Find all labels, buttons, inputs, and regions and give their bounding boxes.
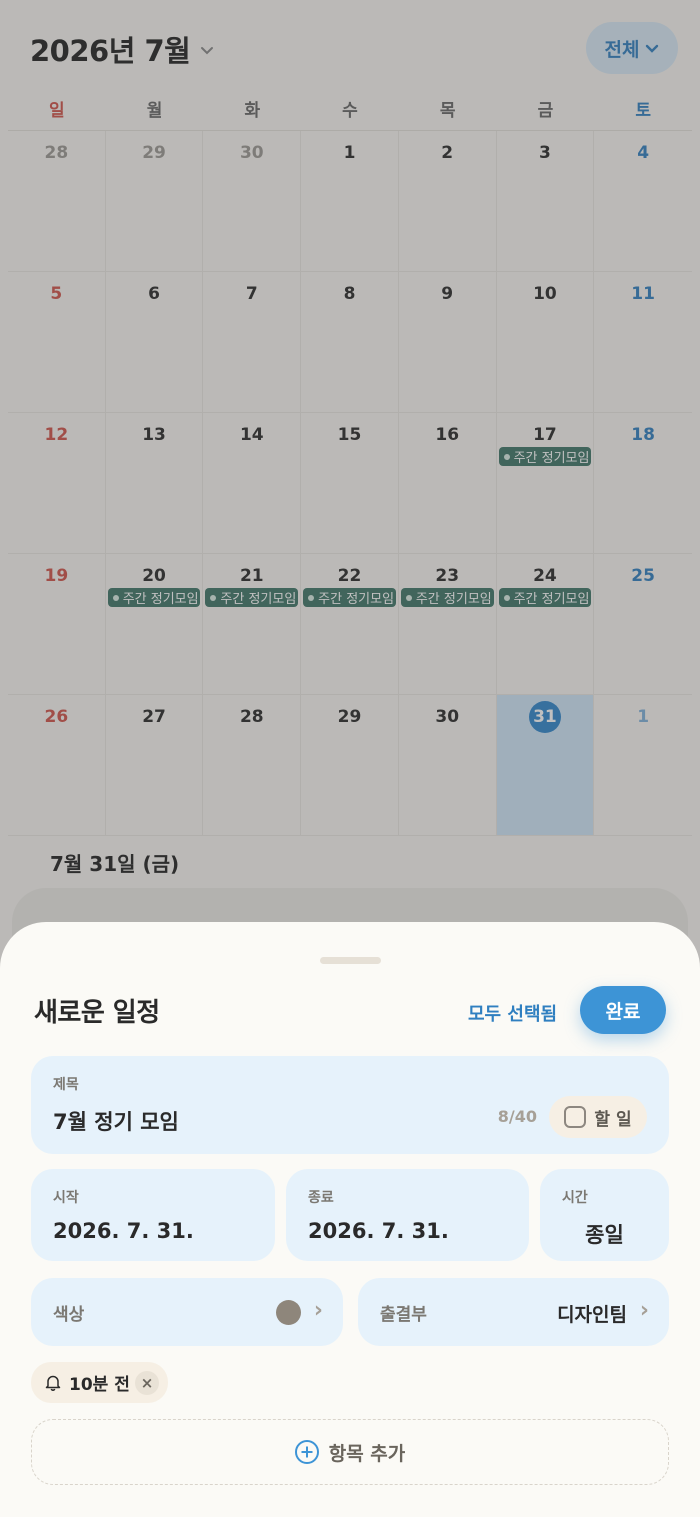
- sheet-drag-handle[interactable]: [320, 957, 381, 964]
- done-button[interactable]: 완료: [580, 986, 666, 1034]
- time-label: 시간: [562, 1190, 588, 1206]
- add-item-button[interactable]: 항목 추가: [31, 1419, 669, 1485]
- calendar-label: 출결부: [380, 1305, 427, 1325]
- remove-alarm-icon[interactable]: ×: [135, 1371, 159, 1395]
- title-field-label: 제목: [53, 1077, 79, 1093]
- calendar-select-field[interactable]: 출결부 디자인팀 ›: [358, 1278, 669, 1346]
- color-swatch[interactable]: [276, 1300, 301, 1325]
- title-input[interactable]: 7월 정기 모임: [53, 1106, 179, 1136]
- add-item-label: 항목 추가: [328, 1442, 406, 1465]
- chevron-right-icon: ›: [313, 1298, 323, 1323]
- bell-icon: [45, 1375, 61, 1391]
- end-label: 종료: [308, 1190, 334, 1206]
- end-date-value[interactable]: 2026. 7. 31.: [308, 1219, 449, 1243]
- char-counter: 8/40: [497, 1107, 537, 1126]
- calendar-value[interactable]: 디자인팀: [557, 1300, 627, 1327]
- time-value[interactable]: 종일: [540, 1219, 669, 1249]
- title-field[interactable]: 제목 7월 정기 모임 8/40 할 일: [31, 1056, 669, 1154]
- todo-toggle[interactable]: 할 일: [549, 1096, 647, 1138]
- start-date-value[interactable]: 2026. 7. 31.: [53, 1219, 194, 1243]
- color-label: 색상: [53, 1305, 85, 1325]
- alarm-chip[interactable]: 10분 전 ×: [31, 1362, 168, 1403]
- chevron-right-icon: ›: [639, 1298, 649, 1323]
- plus-circle-icon: [294, 1440, 319, 1464]
- sheet-title: 새로운 일정: [34, 998, 160, 1028]
- new-event-sheet: 새로운 일정 모두 선택됨 완료 제목 7월 정기 모임 8/40 할 일 시작…: [0, 922, 700, 1517]
- time-field[interactable]: 시간 종일: [540, 1169, 669, 1261]
- end-date-field[interactable]: 종료 2026. 7. 31.: [286, 1169, 529, 1261]
- start-label: 시작: [53, 1190, 79, 1206]
- start-date-field[interactable]: 시작 2026. 7. 31.: [31, 1169, 275, 1261]
- todo-label: 할 일: [594, 1109, 632, 1130]
- color-field[interactable]: 색상 ›: [31, 1278, 343, 1346]
- select-all-button[interactable]: 모두 선택됨: [468, 1000, 557, 1026]
- checkbox-icon[interactable]: [564, 1106, 587, 1128]
- alarm-label: 10분 전: [69, 1375, 130, 1395]
